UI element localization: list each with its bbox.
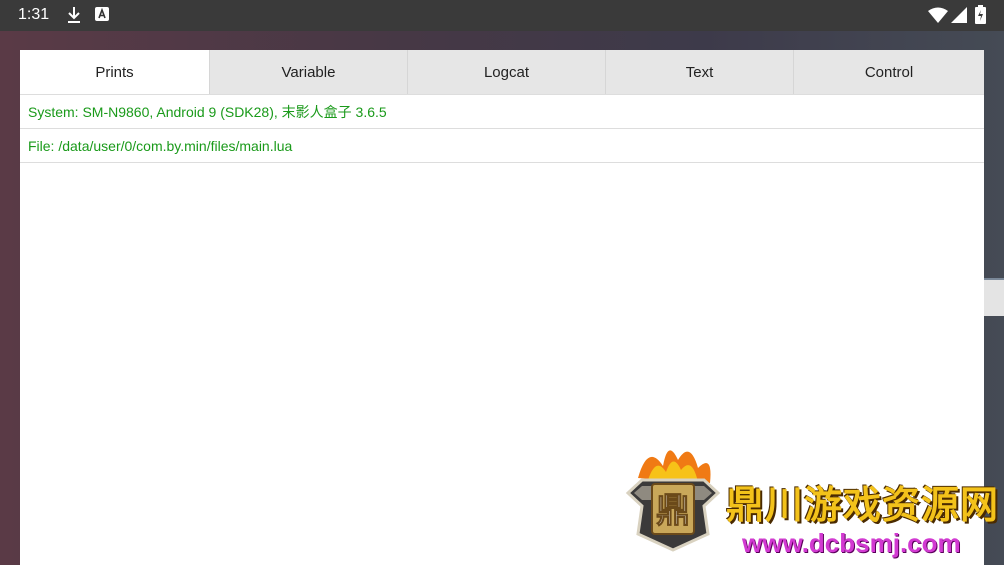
watermark-logo: 鼎 bbox=[625, 450, 721, 552]
print-row-system: System: SM-N9860, Android 9 (SDK28), 末影人… bbox=[20, 95, 984, 129]
tab-prints[interactable]: Prints bbox=[20, 50, 209, 94]
watermark-logo-glyph: 鼎 bbox=[656, 491, 690, 531]
status-bar: 1:31 bbox=[0, 0, 1004, 31]
tab-control[interactable]: Control bbox=[793, 50, 984, 94]
tab-bar: Prints Variable Logcat Text Control bbox=[20, 50, 984, 95]
prints-list: System: SM-N9860, Android 9 (SDK28), 末影人… bbox=[20, 95, 984, 163]
tab-text[interactable]: Text bbox=[605, 50, 793, 94]
tab-logcat[interactable]: Logcat bbox=[407, 50, 605, 94]
background-panel-edge bbox=[984, 278, 1004, 316]
watermark: 鼎 鼎川游戏资源网 www.dcbsmj.com bbox=[618, 438, 1004, 565]
tab-variable[interactable]: Variable bbox=[209, 50, 407, 94]
print-row-file: File: /data/user/0/com.by.min/files/main… bbox=[20, 129, 984, 163]
watermark-title: 鼎川游戏资源网 bbox=[726, 483, 1000, 527]
watermark-url: www.dcbsmj.com bbox=[742, 528, 961, 558]
battery-icon bbox=[975, 5, 986, 29]
a-notification-icon bbox=[95, 7, 109, 26]
download-icon bbox=[66, 6, 82, 29]
signal-icon bbox=[951, 7, 967, 28]
status-time: 1:31 bbox=[18, 6, 50, 23]
wifi-icon bbox=[928, 7, 948, 28]
